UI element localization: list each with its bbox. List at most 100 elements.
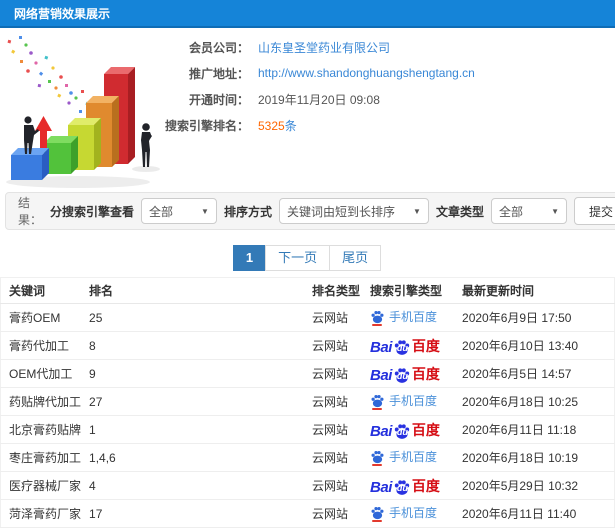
baidu-paw-icon: du	[393, 338, 411, 356]
rank-cell[interactable]: 27	[81, 387, 305, 416]
header-keyword: 关键词	[0, 277, 82, 304]
info-row-url: 推广地址： http://www.shandonghuangshengtang.…	[165, 60, 615, 86]
rank-cell[interactable]: 1,4,6	[81, 443, 305, 472]
red-underline-mark	[372, 464, 383, 466]
table-row: 北京膏药贴牌 1 云网站 Bai du 百度 2020年6月11日 11:18	[0, 415, 615, 444]
header-engine-type: 搜索引擎类型	[362, 277, 455, 304]
baidu-paw-icon	[370, 449, 385, 466]
rank-count-number: 5325	[258, 118, 285, 133]
page-1-button[interactable]: 1	[232, 245, 267, 271]
rank-cell[interactable]: 25	[81, 303, 305, 332]
rank-type-cell: 云网站	[304, 499, 363, 528]
next-page-button[interactable]: 下一页	[265, 245, 331, 271]
rank-cell[interactable]: 4	[81, 471, 305, 500]
mobile-baidu-label: 手机百度	[389, 450, 438, 464]
baidu-logo: Bai du 百度	[370, 336, 440, 356]
baidu-logo-bai: Bai	[370, 478, 392, 496]
mobile-baidu-label: 手机百度	[389, 506, 438, 520]
baidu-paw-icon: du	[393, 422, 411, 440]
updated-cell: 2020年6月11日 11:40	[454, 499, 615, 528]
keyword-cell: OEM代加工	[0, 359, 82, 388]
updated-cell: 2020年6月11日 11:18	[454, 415, 615, 444]
keyword-cell: 膏药代加工	[0, 331, 82, 360]
updated-cell: 2020年6月5日 14:57	[454, 359, 615, 388]
sort-filter-select[interactable]: 关键词由短到长排序 ▼	[278, 198, 429, 224]
filter-panel: 结果： 分搜索引擎查看 全部 ▼ 排序方式 关键词由短到长排序 ▼ 文章类型 全…	[5, 192, 615, 230]
updated-cell: 2020年6月18日 10:19	[454, 443, 615, 472]
member-info-section: 会员公司： 山东皇圣堂药业有限公司 推广地址： http://www.shand…	[0, 28, 615, 190]
baidu-logo-du: du	[396, 426, 408, 437]
keyword-cell: 医疗器械厂家	[0, 471, 82, 500]
keyword-cell: 北京膏药贴牌	[0, 415, 82, 444]
updated-cell: 2020年5月29日 10:32	[454, 471, 615, 500]
baidu-logo-zh: 百度	[411, 477, 440, 494]
businessman-right	[141, 123, 152, 167]
baidu-paw-icon: du	[393, 478, 411, 496]
rank-cell[interactable]: 8	[81, 331, 305, 360]
submit-button[interactable]: 提交	[573, 197, 615, 225]
rank-type-cell: 云网站	[304, 359, 363, 388]
table-row: 药贴牌代加工 27 云网站 手机百度 2020年6月18日 10:25	[0, 387, 615, 416]
rank-type-cell: 云网站	[304, 443, 363, 472]
keyword-cell: 药贴牌代加工	[0, 387, 82, 416]
pagination: 1 下一页 尾页	[0, 245, 615, 271]
engine-cell: Bai du 百度	[362, 359, 455, 388]
engine-filter-value: 全部	[148, 204, 173, 219]
updated-cell: 2020年6月18日 10:25	[454, 387, 615, 416]
keyword-cell: 枣庄膏药加工	[0, 443, 82, 472]
result-label: 结果：	[18, 196, 43, 227]
table-row: 医疗器械厂家 4 云网站 Bai du 百度 2020年5月29日 10:32	[0, 471, 615, 500]
baidu-logo: Bai du 百度	[370, 476, 440, 496]
table-header-row: 关键词 排名 排名类型 搜索引擎类型 最新更新时间	[0, 277, 615, 304]
red-underline-mark	[372, 520, 383, 522]
mobile-baidu-logo: 手机百度	[370, 504, 438, 522]
header-rank: 排名	[81, 277, 305, 304]
baidu-paw-icon	[370, 393, 385, 410]
header-rank-type: 排名类型	[304, 277, 363, 304]
promo-url-link[interactable]: http://www.shandonghuangshengtang.cn	[258, 66, 475, 80]
open-time-label: 开通时间：	[188, 92, 249, 107]
mobile-baidu-logo: 手机百度	[370, 392, 438, 410]
sort-filter-label: 排序方式	[223, 204, 272, 219]
company-link[interactable]: 山东皇圣堂药业有限公司	[258, 39, 390, 56]
rank-cell[interactable]: 1	[81, 415, 305, 444]
promo-url-label: 推广地址：	[188, 66, 249, 81]
rank-type-cell: 云网站	[304, 331, 363, 360]
engine-cell: Bai du 百度	[362, 471, 455, 500]
rank-cell[interactable]: 17	[81, 499, 305, 528]
engine-cell: 手机百度	[362, 443, 455, 472]
info-row-company: 会员公司： 山东皇圣堂药业有限公司	[165, 34, 615, 60]
mobile-baidu-label: 手机百度	[389, 310, 438, 324]
baidu-logo-du: du	[396, 370, 408, 381]
engine-cell: Bai du 百度	[362, 331, 455, 360]
header-updated: 最新更新时间	[454, 277, 615, 304]
rank-type-cell: 云网站	[304, 471, 363, 500]
mobile-baidu-label: 手机百度	[389, 394, 438, 408]
company-label: 会员公司：	[188, 40, 249, 55]
results-table: 关键词 排名 排名类型 搜索引擎类型 最新更新时间 膏药OEM 25 云网站 手…	[0, 277, 615, 528]
rank-cell[interactable]: 9	[81, 359, 305, 388]
engine-cell: 手机百度	[362, 499, 455, 528]
member-info-fields: 会员公司： 山东皇圣堂药业有限公司 推广地址： http://www.shand…	[165, 34, 615, 138]
baidu-logo-zh: 百度	[411, 337, 440, 354]
red-underline-mark	[372, 324, 383, 326]
page-title: 网络营销效果展示	[14, 6, 111, 21]
last-page-button[interactable]: 尾页	[329, 245, 382, 271]
baidu-logo-zh: 百度	[411, 365, 440, 382]
table-row: 膏药代加工 8 云网站 Bai du 百度 2020年6月10日 13:40	[0, 331, 615, 360]
red-underline-mark	[372, 408, 383, 410]
table-row: 菏泽膏药厂家 17 云网站 手机百度 2020年6月11日 11:40	[0, 499, 615, 528]
baidu-paw-icon: du	[393, 366, 411, 384]
rank-type-cell: 云网站	[304, 303, 363, 332]
baidu-logo-bai: Bai	[370, 422, 392, 440]
baidu-logo-zh: 百度	[411, 421, 440, 438]
article-type-select[interactable]: 全部 ▼	[490, 198, 567, 224]
info-row-open-time: 开通时间： 2019年11月20日 09:08	[165, 86, 615, 112]
engine-filter-select[interactable]: 全部 ▼	[140, 198, 217, 224]
engine-cell: Bai du 百度	[362, 415, 455, 444]
mobile-baidu-logo: 手机百度	[370, 448, 438, 466]
engine-rank-label: 搜索引擎排名：	[165, 118, 250, 133]
bar-green	[44, 136, 78, 174]
baidu-logo: Bai du 百度	[370, 420, 440, 440]
chevron-down-icon: ▼	[413, 206, 421, 216]
